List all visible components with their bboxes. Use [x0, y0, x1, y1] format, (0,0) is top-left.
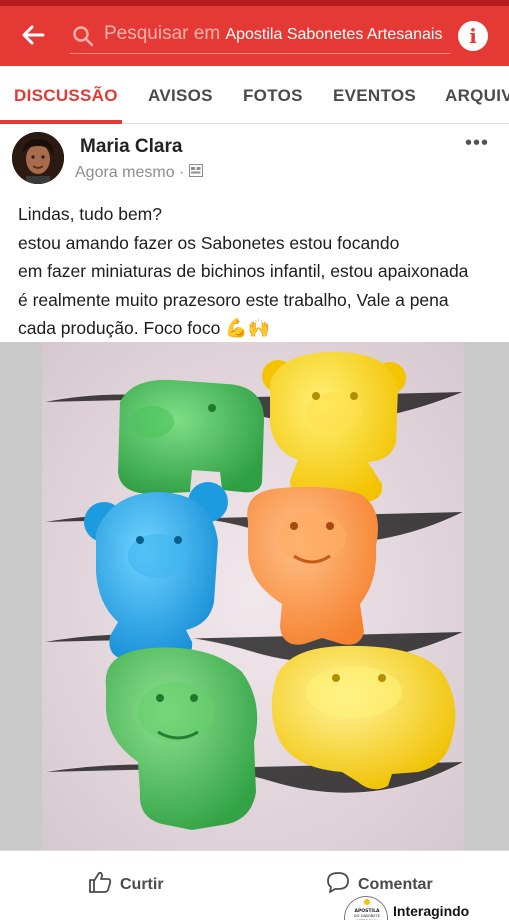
tab-discussao[interactable]: DISCUSSÃO	[14, 86, 118, 106]
search-input[interactable]: Pesquisar em Apostila Sabonetes Artesana…	[104, 23, 442, 45]
post-line: em fazer miniaturas de bichinos infantil…	[18, 261, 469, 281]
post-line: é realmente muito prazesoro este trabalh…	[18, 289, 449, 310]
post-author[interactable]: Maria Clara	[80, 136, 182, 158]
post-line-text: cada produção. Foco foco	[18, 318, 221, 338]
post-body: Lindas, tudo bem? estou amando fazer os …	[18, 200, 498, 343]
comment-button[interactable]: Comentar	[326, 871, 433, 898]
avatar[interactable]	[12, 132, 64, 184]
more-options-icon[interactable]: •••	[465, 132, 489, 155]
comment-icon	[326, 871, 350, 898]
post-line: Lindas, tudo bem?	[18, 204, 162, 224]
interacting-label: Interagindo	[393, 903, 470, 919]
search-underline	[70, 53, 450, 54]
post-line: estou amando fazer os Sabonetes estou fo…	[18, 232, 400, 253]
thumbs-up-icon	[88, 871, 112, 898]
svg-text:DO SABONETE: DO SABONETE	[354, 914, 381, 918]
emoji: 💪🙌	[225, 318, 271, 338]
post-actions: Curtir Comentar APOSTILA DO SABONETE ART…	[0, 850, 509, 920]
back-arrow-icon[interactable]	[18, 20, 48, 50]
group-audience-icon	[188, 164, 203, 181]
post-time: Agora mesmo	[75, 164, 175, 181]
tab-avisos[interactable]: AVISOS	[148, 86, 213, 106]
search-icon[interactable]	[72, 25, 94, 47]
post-photo[interactable]	[41, 342, 465, 850]
like-label: Curtir	[120, 875, 164, 893]
top-app-bar: Pesquisar em Apostila Sabonetes Artesana…	[0, 0, 509, 66]
status-strip	[0, 0, 509, 6]
like-button[interactable]: Curtir	[88, 871, 164, 898]
post-photo-frame	[0, 342, 509, 850]
comment-label: Comentar	[358, 875, 433, 893]
tab-arquivos[interactable]: ARQUIV	[445, 86, 509, 106]
group-tabs: DISCUSSÃO AVISOS FOTOS EVENTOS ARQUIV	[0, 66, 509, 124]
group-logo-badge: APOSTILA DO SABONETE ARTESANAL	[344, 896, 388, 920]
group-name: Apostila Sabonetes Artesanais	[225, 26, 443, 43]
tab-fotos[interactable]: FOTOS	[243, 86, 303, 106]
post-meta: Agora mesmo ·	[75, 164, 203, 182]
post-line: cada produção. Foco foco 💪🙌	[18, 314, 498, 343]
separator-dot: ·	[179, 164, 189, 181]
info-icon[interactable]: i	[458, 21, 488, 51]
tab-eventos[interactable]: EVENTOS	[333, 86, 416, 106]
post-header: Maria Clara Agora mesmo · •••	[0, 124, 509, 194]
search-placeholder: Pesquisar em	[104, 23, 221, 44]
